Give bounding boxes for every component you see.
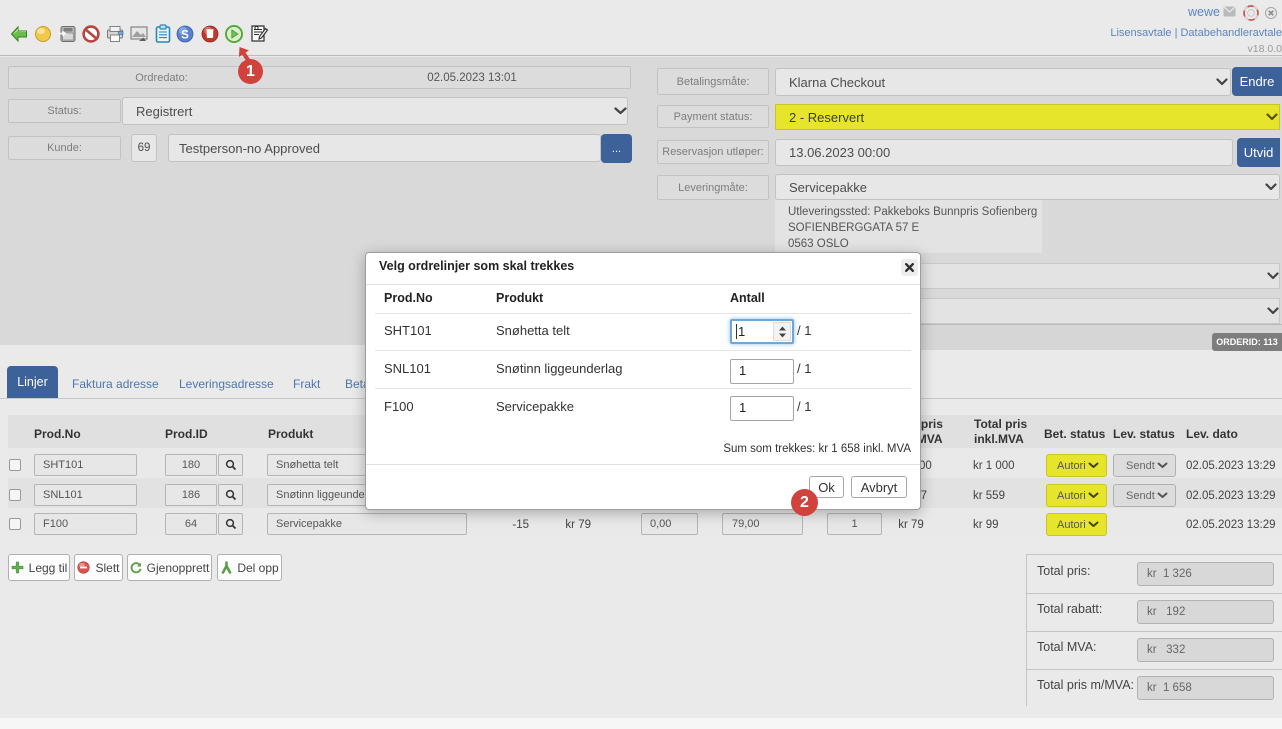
svg-text:S: S [181,29,189,41]
